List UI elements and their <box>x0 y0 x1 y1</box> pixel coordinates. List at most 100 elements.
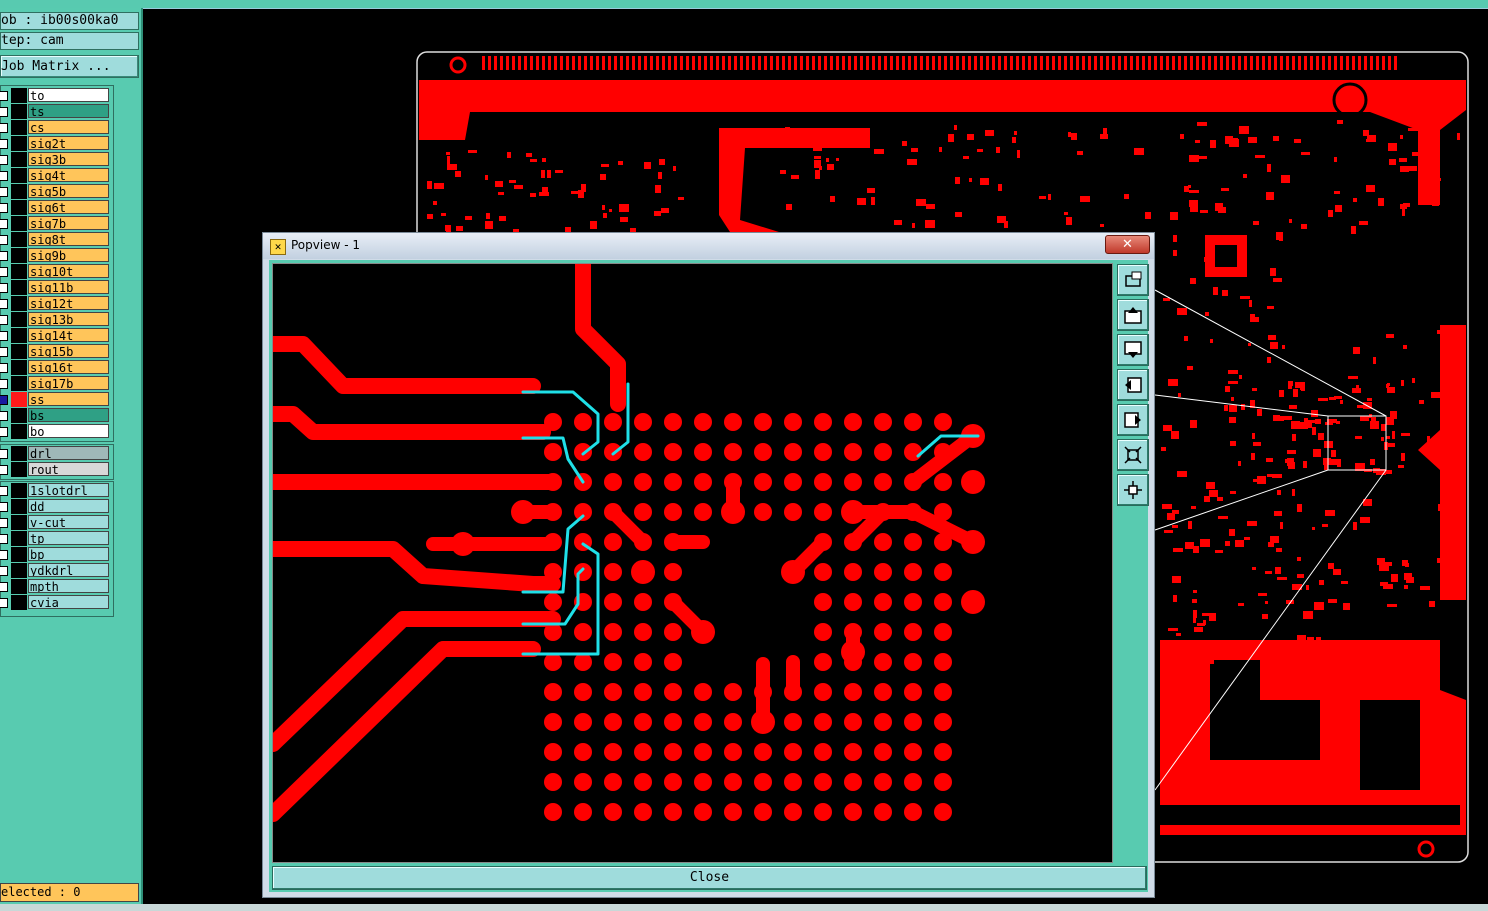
layer-name[interactable]: v-cut <box>28 515 109 529</box>
layer-row[interactable]: sig12t <box>0 296 113 312</box>
layer-name[interactable]: tp <box>28 531 109 545</box>
layer-row[interactable]: sig8t <box>0 232 113 248</box>
layer-color-swatch[interactable] <box>11 296 27 311</box>
layer-color-swatch[interactable] <box>11 408 27 423</box>
layer-color-swatch[interactable] <box>11 579 27 594</box>
layer-name[interactable]: sig5b <box>28 184 109 198</box>
layer-row[interactable]: bo <box>0 424 113 440</box>
layer-row[interactable]: bp <box>0 547 113 563</box>
move-right-button[interactable] <box>1117 404 1149 436</box>
layer-row[interactable]: sig2t <box>0 136 113 152</box>
layer-color-swatch[interactable] <box>11 462 27 477</box>
layer-checkbox[interactable] <box>0 347 8 357</box>
layer-name[interactable]: ydkdrl <box>28 563 109 577</box>
layer-checkbox[interactable] <box>0 203 8 213</box>
layer-name[interactable]: sig14t <box>28 328 109 342</box>
layer-name[interactable]: cs <box>28 120 109 134</box>
layer-checkbox[interactable] <box>0 299 8 309</box>
layer-name[interactable]: sig11b <box>28 280 109 294</box>
layer-color-swatch[interactable] <box>11 200 27 215</box>
window-close-button[interactable]: ✕ <box>1105 235 1150 254</box>
layer-color-swatch[interactable] <box>11 360 27 375</box>
layer-checkbox[interactable] <box>0 534 8 544</box>
layer-checkbox[interactable] <box>0 363 8 373</box>
layer-name[interactable]: sig3b <box>28 152 109 166</box>
layer-color-swatch[interactable] <box>11 184 27 199</box>
layer-name[interactable]: sig17b <box>28 376 109 390</box>
layer-name[interactable]: sig10t <box>28 264 109 278</box>
layer-color-swatch[interactable] <box>11 280 27 295</box>
layer-checkbox[interactable] <box>0 171 8 181</box>
layer-color-swatch[interactable] <box>11 120 27 135</box>
layer-checkbox[interactable] <box>0 598 8 608</box>
layer-row[interactable]: sig10t <box>0 264 113 280</box>
layer-checkbox[interactable] <box>0 379 8 389</box>
layer-row[interactable]: sig6t <box>0 200 113 216</box>
layer-row[interactable]: cs <box>0 120 113 136</box>
zoom-window-button[interactable] <box>1117 264 1149 296</box>
layer-row[interactable]: sig4t <box>0 168 113 184</box>
layer-checkbox[interactable] <box>0 315 8 325</box>
layer-name[interactable]: sig8t <box>28 232 109 246</box>
layer-row[interactable]: cvia <box>0 595 113 611</box>
layer-color-swatch[interactable] <box>11 168 27 183</box>
layer-name[interactable]: sig13b <box>28 312 109 326</box>
layer-row[interactable]: ss <box>0 392 113 408</box>
layer-checkbox[interactable] <box>0 139 8 149</box>
bottom-scrollbar[interactable] <box>0 904 1488 911</box>
layer-row[interactable]: sig11b <box>0 280 113 296</box>
layer-row[interactable]: sig3b <box>0 152 113 168</box>
layer-name[interactable]: bp <box>28 547 109 561</box>
zoom-in-button[interactable] <box>1117 474 1149 506</box>
zoom-out-button[interactable] <box>1117 439 1149 471</box>
layer-name[interactable]: dd <box>28 499 109 513</box>
layer-row[interactable]: sig9b <box>0 248 113 264</box>
layer-color-swatch[interactable] <box>11 392 27 407</box>
layer-row[interactable]: rout <box>0 462 113 478</box>
move-up-button[interactable] <box>1117 299 1149 331</box>
layer-name[interactable]: drl <box>28 446 109 460</box>
layer-color-swatch[interactable] <box>11 104 27 119</box>
layer-checkbox[interactable] <box>0 411 8 421</box>
layer-name[interactable]: sig2t <box>28 136 109 150</box>
layer-color-swatch[interactable] <box>11 446 27 461</box>
layer-name[interactable]: sig7b <box>28 216 109 230</box>
layer-row[interactable]: sig17b <box>0 376 113 392</box>
layer-color-swatch[interactable] <box>11 232 27 247</box>
layer-name[interactable]: bs <box>28 408 109 422</box>
layer-color-swatch[interactable] <box>11 328 27 343</box>
layer-name[interactable]: ts <box>28 104 109 118</box>
layer-checkbox[interactable] <box>0 502 8 512</box>
layer-row[interactable]: sig15b <box>0 344 113 360</box>
layer-checkbox[interactable] <box>0 123 8 133</box>
layer-color-swatch[interactable] <box>11 531 27 546</box>
layer-color-swatch[interactable] <box>11 248 27 263</box>
layer-row[interactable]: mpth <box>0 579 113 595</box>
layer-row[interactable]: sig5b <box>0 184 113 200</box>
layer-color-swatch[interactable] <box>11 563 27 578</box>
layer-checkbox[interactable] <box>0 566 8 576</box>
layer-color-swatch[interactable] <box>11 424 27 439</box>
layer-name[interactable]: sig15b <box>28 344 109 358</box>
close-button[interactable]: Close <box>272 866 1147 890</box>
layer-color-swatch[interactable] <box>11 264 27 279</box>
layer-name[interactable]: sig16t <box>28 360 109 374</box>
job-matrix-button[interactable]: Job Matrix ... <box>0 55 139 78</box>
layer-color-swatch[interactable] <box>11 376 27 391</box>
layer-checkbox[interactable] <box>0 582 8 592</box>
layer-row[interactable]: dd <box>0 499 113 515</box>
layer-row[interactable]: v-cut <box>0 515 113 531</box>
layer-row[interactable]: drl <box>0 446 113 462</box>
layer-name[interactable]: sig4t <box>28 168 109 182</box>
layer-name[interactable]: ss <box>28 392 109 406</box>
layer-row[interactable]: tp <box>0 531 113 547</box>
move-left-button[interactable] <box>1117 369 1149 401</box>
layer-checkbox[interactable] <box>0 91 8 101</box>
layer-checkbox[interactable] <box>0 395 8 405</box>
layer-color-swatch[interactable] <box>11 312 27 327</box>
layer-row[interactable]: sig14t <box>0 328 113 344</box>
layer-name[interactable]: sig9b <box>28 248 109 262</box>
layer-checkbox[interactable] <box>0 518 8 528</box>
layer-checkbox[interactable] <box>0 331 8 341</box>
layer-name[interactable]: to <box>28 88 109 102</box>
